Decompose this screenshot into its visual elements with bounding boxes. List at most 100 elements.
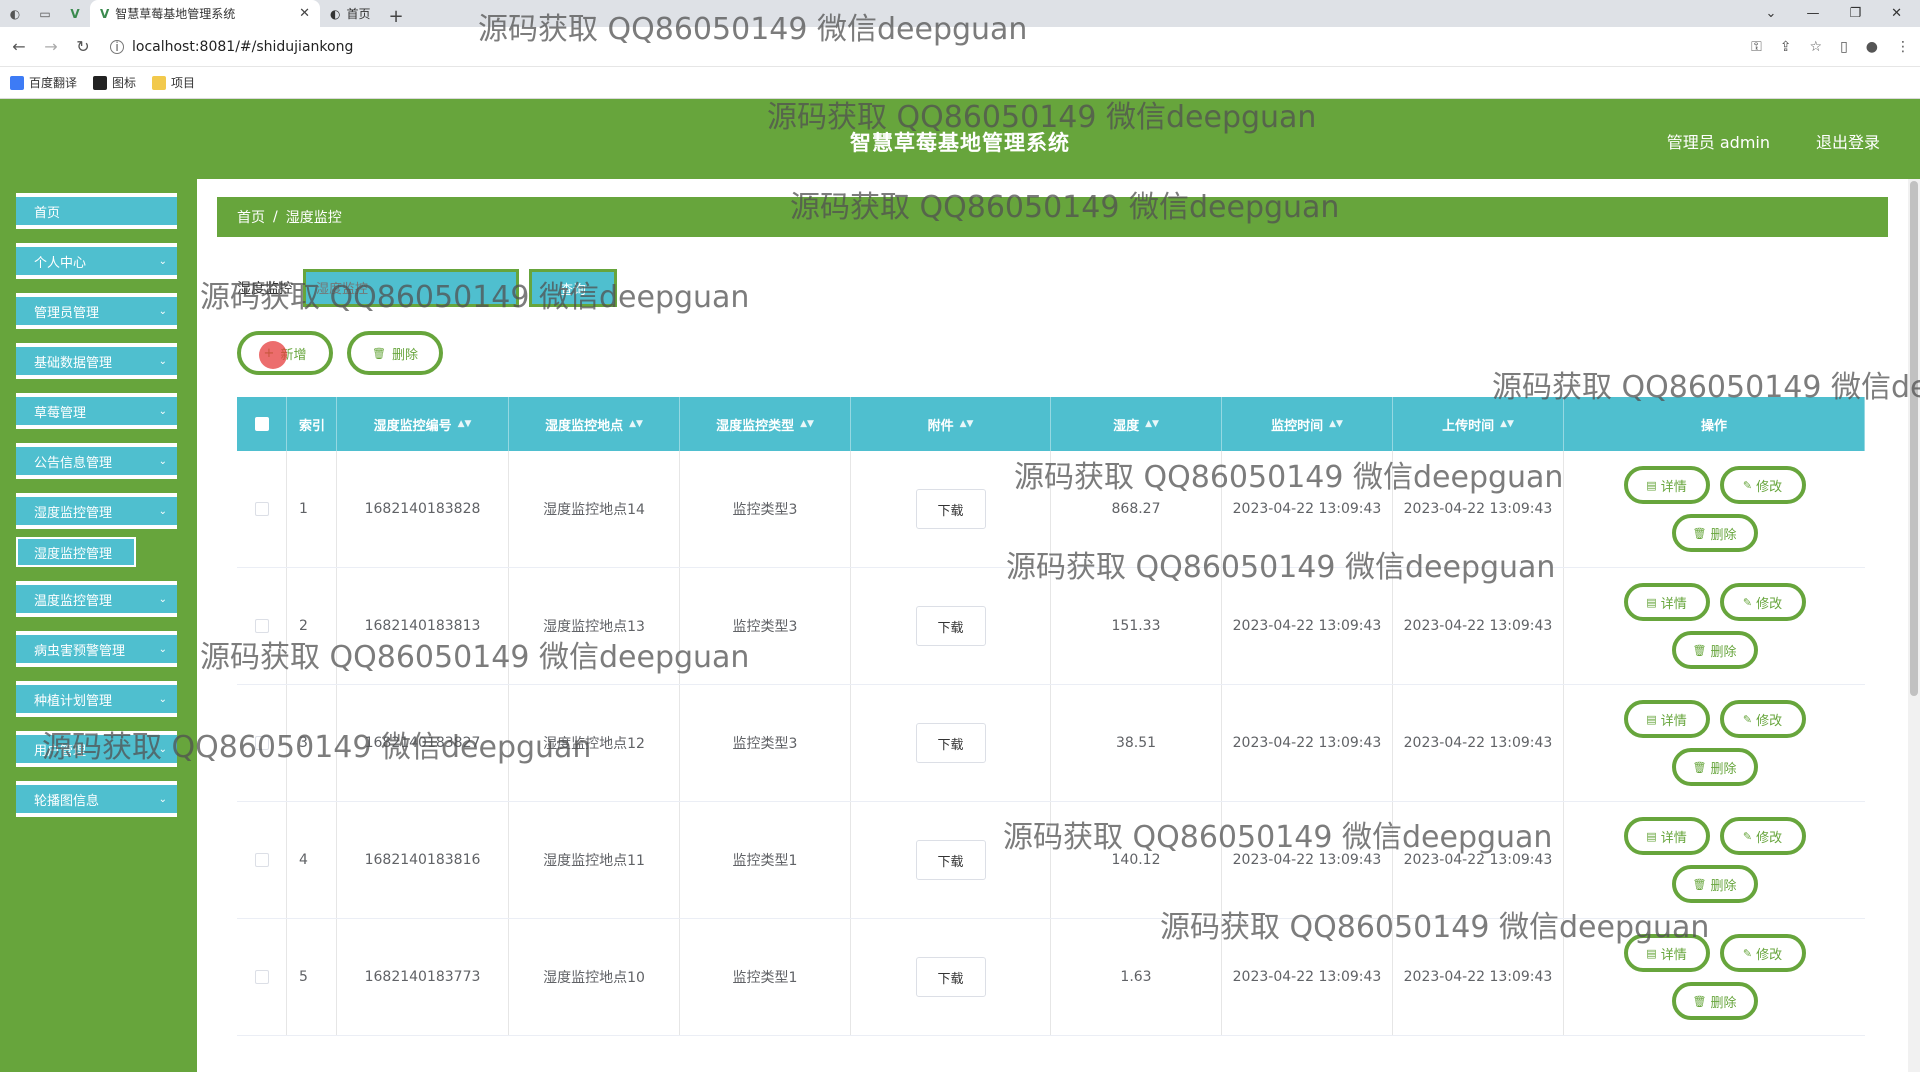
chevron-down-icon[interactable]: ⌄ — [1766, 6, 1777, 21]
minimize-icon[interactable]: — — [1806, 6, 1819, 21]
download-button[interactable]: 下载 — [915, 489, 986, 529]
back-icon[interactable]: ← — [10, 37, 28, 56]
chevron-down-icon: ⌄ — [158, 355, 167, 367]
forward-icon[interactable]: → — [42, 37, 60, 56]
select-all-checkbox[interactable] — [237, 397, 287, 451]
blank-tab-icon[interactable]: ▭ — [30, 0, 60, 27]
sidebar-subitem-humidity[interactable]: 湿度监控管理 — [16, 537, 136, 567]
address-bar: ← → ↻ i localhost:8081/#/shidujiankong ⚿… — [0, 27, 1920, 67]
sort-icon[interactable]: ▲▼ — [800, 419, 814, 429]
sort-icon[interactable]: ▲▼ — [1329, 419, 1343, 429]
sort-icon[interactable]: ▲▼ — [960, 419, 974, 429]
sidebar-item-notices[interactable]: 公告信息管理 ⌄ — [16, 443, 177, 479]
chevron-down-icon: ⌄ — [158, 455, 167, 467]
row-delete-button[interactable]: 🗑 删除 — [1671, 514, 1758, 552]
sidebar-item-home[interactable]: 首页 — [16, 193, 177, 229]
bookmark-item[interactable]: 图标 — [93, 74, 136, 91]
profile-icon[interactable]: ● — [1866, 39, 1878, 55]
cell-type: 监控类型3 — [680, 451, 851, 567]
row-delete-button[interactable]: 🗑 删除 — [1671, 982, 1758, 1020]
header-code[interactable]: 湿度监控编号 ▲▼ — [337, 397, 509, 451]
row-checkbox[interactable] — [237, 451, 287, 567]
cell-upload-time: 2023-04-22 13:09:43 — [1393, 451, 1564, 567]
cell-index: 2 — [287, 568, 337, 684]
header-file[interactable]: 附件 ▲▼ — [851, 397, 1051, 451]
cell-index: 4 — [287, 802, 337, 918]
breadcrumb-separator: / — [273, 209, 278, 225]
bookmark-item[interactable]: 百度翻译 — [10, 74, 77, 91]
new-tab-icon[interactable]: + — [389, 6, 404, 27]
download-button[interactable]: 下载 — [915, 840, 986, 880]
download-button[interactable]: 下载 — [915, 606, 986, 646]
sidebar-item-planting-plans[interactable]: 种植计划管理 ⌄ — [16, 681, 177, 717]
sidebar-item-humidity[interactable]: 湿度监控管理 ⌄ — [16, 493, 177, 529]
edit-button[interactable]: ✎ 修改 — [1719, 817, 1806, 855]
row-delete-button[interactable]: 🗑 删除 — [1671, 865, 1758, 903]
detail-button[interactable]: ▤ 详情 — [1623, 817, 1710, 855]
header-monitor-time[interactable]: 监控时间 ▲▼ — [1222, 397, 1393, 451]
header-humidity[interactable]: 湿度 ▲▼ — [1051, 397, 1222, 451]
download-button[interactable]: 下载 — [915, 723, 986, 763]
sidebar-item-users[interactable]: 用户管理 ⌄ — [16, 731, 177, 767]
cell-humidity: 140.12 — [1051, 802, 1222, 918]
breadcrumb-home[interactable]: 首页 — [237, 207, 265, 227]
close-icon[interactable]: ✕ — [299, 6, 310, 21]
row-delete-button[interactable]: 🗑 删除 — [1671, 748, 1758, 786]
edit-button[interactable]: ✎ 修改 — [1719, 466, 1806, 504]
row-delete-button[interactable]: 🗑 删除 — [1671, 631, 1758, 669]
header-place[interactable]: 湿度监控地点 ▲▼ — [509, 397, 680, 451]
url-field[interactable]: i localhost:8081/#/shidujiankong — [106, 39, 1737, 55]
row-checkbox[interactable] — [237, 802, 287, 918]
search-button[interactable]: 查询 — [529, 269, 617, 307]
star-icon[interactable]: ☆ — [1810, 39, 1823, 55]
detail-button[interactable]: ▤ 详情 — [1623, 466, 1710, 504]
info-icon[interactable]: i — [110, 39, 124, 54]
search-input[interactable] — [303, 269, 519, 307]
logout-link[interactable]: 退出登录 — [1816, 129, 1880, 153]
edit-button[interactable]: ✎ 修改 — [1719, 700, 1806, 738]
sidebar-item-pest-alerts[interactable]: 病虫害预警管理 ⌄ — [16, 631, 177, 667]
vue-icon[interactable]: V — [60, 0, 90, 27]
sort-icon[interactable]: ▲▼ — [1500, 419, 1514, 429]
edit-button[interactable]: ✎ 修改 — [1719, 583, 1806, 621]
sidepanel-icon[interactable]: ▯ — [1840, 39, 1848, 55]
sidebar-item-base-data[interactable]: 基础数据管理 ⌄ — [16, 343, 177, 379]
scroll-thumb[interactable] — [1910, 181, 1918, 696]
bookmark-item[interactable]: 项目 — [152, 74, 195, 91]
sort-icon[interactable]: ▲▼ — [458, 419, 472, 429]
share-icon[interactable]: ⇪ — [1780, 39, 1792, 55]
download-button[interactable]: 下载 — [915, 957, 986, 997]
sort-icon[interactable]: ▲▼ — [629, 419, 643, 429]
scrollbar[interactable] — [1908, 179, 1920, 1072]
add-button[interactable]: + 新增 — [237, 331, 333, 375]
menu-icon[interactable]: ⋮ — [1896, 39, 1910, 55]
sidebar-item-strawberry[interactable]: 草莓管理 ⌄ — [16, 393, 177, 429]
sort-icon[interactable]: ▲▼ — [1145, 419, 1159, 429]
sidebar-item-profile[interactable]: 个人中心 ⌄ — [16, 243, 177, 279]
row-checkbox[interactable] — [237, 568, 287, 684]
row-checkbox[interactable] — [237, 685, 287, 801]
delete-button[interactable]: 🗑 删除 — [347, 331, 443, 375]
header-upload-time[interactable]: 上传时间 ▲▼ — [1393, 397, 1564, 451]
sidebar-item-temperature[interactable]: 温度监控管理 ⌄ — [16, 581, 177, 617]
sidebar-item-admins[interactable]: 管理员管理 ⌄ — [16, 293, 177, 329]
url-text: localhost:8081/#/shidujiankong — [132, 38, 354, 55]
sidebar-item-carousel[interactable]: 轮播图信息 ⌄ — [16, 781, 177, 817]
restore-icon[interactable]: ❐ — [1849, 6, 1861, 21]
row-checkbox[interactable] — [237, 919, 287, 1035]
detail-button[interactable]: ▤ 详情 — [1623, 700, 1710, 738]
detail-button[interactable]: ▤ 详情 — [1623, 934, 1710, 972]
cell-place: 湿度监控地点11 — [509, 802, 680, 918]
document-icon: ▤ — [1646, 478, 1657, 492]
pencil-icon: ✎ — [1742, 595, 1753, 609]
key-icon[interactable]: ⚿ — [1751, 39, 1762, 55]
close-icon[interactable]: ✕ — [1891, 6, 1902, 21]
tab-home[interactable]: ◐ 首页 — [320, 0, 381, 27]
reload-icon[interactable]: ↻ — [74, 37, 92, 56]
tab-active[interactable]: V 智慧草莓基地管理系统 ✕ — [90, 0, 320, 27]
header-type[interactable]: 湿度监控类型 ▲▼ — [680, 397, 851, 451]
detail-button[interactable]: ▤ 详情 — [1623, 583, 1710, 621]
cell-monitor-time: 2023-04-22 13:09:43 — [1222, 802, 1393, 918]
globe-icon[interactable]: ◐ — [0, 0, 30, 27]
edit-button[interactable]: ✎ 修改 — [1719, 934, 1806, 972]
